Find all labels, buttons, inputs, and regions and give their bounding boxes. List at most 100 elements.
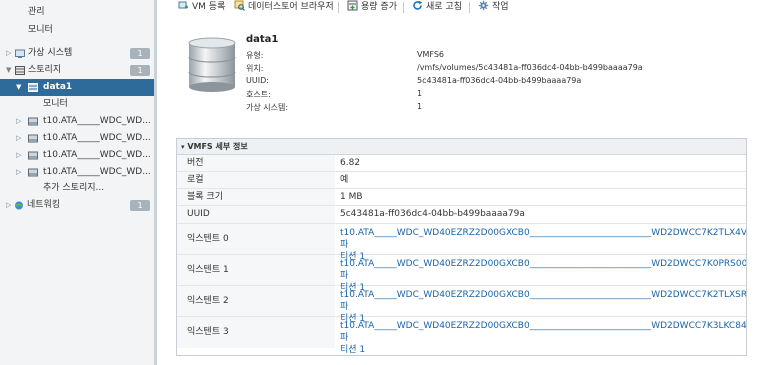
- refresh-icon: [413, 0, 422, 10]
- disk-icon: [28, 151, 38, 160]
- datastore-browser-icon: [234, 0, 245, 11]
- nav-item-manage[interactable]: 관리: [0, 4, 154, 21]
- detail-key: 익스텐트 3: [177, 317, 335, 348]
- register-vm-button[interactable]: VM 등록: [178, 0, 225, 15]
- expand-arrow-icon[interactable]: ▷: [16, 130, 21, 147]
- vmfs-details-panel: ▾ VMFS 세부 정보 버전 6.82 로컬 예 블록 크기 1 MB UUI…: [176, 138, 747, 356]
- summary-vms-label: 가상 시스템:: [246, 103, 289, 112]
- datastore-browser-button[interactable]: 데이터스토어 브라우저: [234, 0, 334, 15]
- count-badge: 1: [130, 48, 150, 59]
- extent-link-line[interactable]: t10.ATA_____WDC_WD40EZRZ2D00GXCB0_______…: [340, 320, 746, 344]
- nav-label: 네트워킹: [27, 200, 61, 210]
- storage-icon: [15, 66, 25, 75]
- increase-capacity-button[interactable]: 용량 증가: [347, 0, 397, 15]
- detail-key: UUID: [177, 206, 335, 223]
- nav-label: t10.ATA_____WDC_WD...: [43, 150, 151, 160]
- detail-key: 블록 크기: [177, 189, 335, 205]
- detail-key: 익스텐트 1: [177, 255, 335, 285]
- count-badge: 1: [130, 200, 150, 211]
- detail-key: 익스텐트 2: [177, 286, 335, 316]
- nav-item-networking[interactable]: ▷ 네트워킹 1: [0, 197, 154, 214]
- expand-arrow-icon[interactable]: ▷: [16, 164, 21, 181]
- summary-type-value: VMFS6: [417, 50, 445, 59]
- extent-link-line[interactable]: t10.ATA_____WDC_WD40EZRZ2D00GXCB0_______…: [340, 258, 746, 282]
- nav-item-data1[interactable]: ▼ data1: [0, 79, 154, 96]
- datastore-browser-label: 데이터스토어 브라우저: [248, 2, 334, 12]
- nav-item-device[interactable]: ▷ t10.ATA_____WDC_WD...: [0, 130, 154, 147]
- toolbar-divider: [469, 2, 470, 13]
- expand-arrow-icon[interactable]: ▷: [16, 113, 21, 130]
- disk-icon: [28, 117, 38, 126]
- detail-row-uuid: UUID 5c43481a-ff036dc4-04bb-b499baaaa79a: [177, 206, 746, 224]
- detail-value: 예: [340, 175, 349, 185]
- nav-item-device[interactable]: ▷ t10.ATA_____WDC_WD...: [0, 164, 154, 181]
- gear-icon: [478, 0, 489, 11]
- detail-value: 6.82: [340, 158, 361, 168]
- nav-item-more-storage[interactable]: 추가 스토리지...: [0, 180, 154, 197]
- detail-row-block-size: 블록 크기 1 MB: [177, 189, 746, 206]
- extent-link[interactable]: t10.ATA_____WDC_WD40EZRZ2D00GXCB0_______…: [340, 224, 746, 262]
- detail-key: 익스텐트 0: [177, 224, 335, 254]
- extent-link-line[interactable]: t10.ATA_____WDC_WD40EZRZ2D00GXCB0_______…: [340, 227, 746, 251]
- detail-value: 1 MB: [340, 192, 363, 202]
- vmfs-details-title: VMFS 세부 정보: [187, 142, 248, 151]
- virtual-machine-icon: [15, 49, 25, 58]
- nav-label: data1: [43, 82, 73, 92]
- nav-item-virtual-machines[interactable]: ▷ 가상 시스템 1: [0, 45, 154, 62]
- detail-key: 버전: [177, 155, 335, 171]
- vmfs-details-header[interactable]: ▾ VMFS 세부 정보: [177, 139, 746, 155]
- expand-arrow-icon[interactable]: ▷: [6, 197, 11, 214]
- nav-label: 관리: [28, 7, 45, 17]
- expand-arrow-icon[interactable]: ▷: [6, 45, 11, 62]
- summary-vms-value: 1: [417, 102, 423, 111]
- increase-capacity-label: 용량 증가: [361, 2, 397, 12]
- extent-link-line[interactable]: 티션 1: [340, 344, 740, 355]
- nav-label: 추가 스토리지...: [43, 183, 105, 193]
- extent-link-line[interactable]: t10.ATA_____WDC_WD40EZRZ2D00GXCB0_______…: [340, 289, 746, 313]
- register-vm-icon: [178, 1, 188, 9]
- actions-button[interactable]: 작업: [478, 0, 509, 15]
- nav-item-monitor[interactable]: 모니터: [0, 22, 154, 39]
- nav-label: 가상 시스템: [28, 48, 73, 58]
- nav-item-storage[interactable]: ▼ 스토리지 1: [0, 62, 154, 79]
- nav-item-data1-monitor[interactable]: 모니터: [0, 96, 154, 113]
- toolbar: VM 등록 데이터스토어 브라우저 용량 증가 새로 고침 작업: [176, 0, 760, 15]
- toolbar-divider: [338, 2, 339, 13]
- expand-arrow-icon[interactable]: ▷: [16, 147, 21, 164]
- nav-label: t10.ATA_____WDC_WD...: [43, 116, 151, 126]
- actions-label: 작업: [492, 2, 509, 12]
- disk-icon: [28, 168, 38, 177]
- navigator-sidebar: 관리 모니터 ▷ 가상 시스템 1 ▼ 스토리지 1 ▼ data1 모니터 ▷…: [0, 0, 157, 365]
- register-vm-label: VM 등록: [192, 2, 226, 12]
- detail-row-extent-1: 익스텐트 1 t10.ATA_____WDC_WD40EZRZ2D00GXCB0…: [177, 255, 746, 293]
- summary-type-label: 유형:: [246, 51, 264, 60]
- detail-row-extent-3: 익스텐트 3 t10.ATA_____WDC_WD40EZRZ2D00GXCB0…: [177, 317, 746, 355]
- nav-label: t10.ATA_____WDC_WD...: [43, 133, 151, 143]
- summary-uuid-label: UUID:: [246, 76, 269, 85]
- summary-location-label: 위치:: [246, 64, 264, 73]
- nav-label: 모니터: [43, 99, 68, 109]
- detail-key: 로컬: [177, 172, 335, 188]
- datastore-large-icon: [188, 37, 236, 92]
- extent-link[interactable]: t10.ATA_____WDC_WD40EZRZ2D00GXCB0_______…: [340, 317, 746, 355]
- extent-link[interactable]: t10.ATA_____WDC_WD40EZRZ2D00GXCB0_______…: [340, 255, 746, 293]
- refresh-button[interactable]: 새로 고침: [412, 0, 462, 15]
- detail-row-local: 로컬 예: [177, 172, 746, 189]
- detail-row-version: 버전 6.82: [177, 155, 746, 172]
- datastore-icon: [28, 83, 38, 92]
- extent-link[interactable]: t10.ATA_____WDC_WD40EZRZ2D00GXCB0_______…: [340, 286, 746, 324]
- nav-item-device[interactable]: ▷ t10.ATA_____WDC_WD...: [0, 113, 154, 130]
- detail-value: 5c43481a-ff036dc4-04bb-b499baaaa79a: [340, 209, 525, 219]
- increase-capacity-icon: [347, 0, 358, 11]
- detail-row-extent-2: 익스텐트 2 t10.ATA_____WDC_WD40EZRZ2D00GXCB0…: [177, 286, 746, 324]
- nav-item-device[interactable]: ▷ t10.ATA_____WDC_WD...: [0, 147, 154, 164]
- collapse-arrow-icon[interactable]: ▼: [16, 79, 21, 96]
- summary-hosts-label: 호스트:: [246, 90, 271, 99]
- collapse-arrow-icon: ▾: [181, 143, 185, 151]
- disk-icon: [28, 134, 38, 143]
- refresh-label: 새로 고침: [426, 2, 462, 12]
- summary-location-value: /vmfs/volumes/5c43481a-ff036dc4-04bb-b49…: [417, 63, 643, 72]
- collapse-arrow-icon[interactable]: ▼: [6, 62, 11, 79]
- detail-row-extent-0: 익스텐트 0 t10.ATA_____WDC_WD40EZRZ2D00GXCB0…: [177, 224, 746, 262]
- count-badge: 1: [130, 65, 150, 76]
